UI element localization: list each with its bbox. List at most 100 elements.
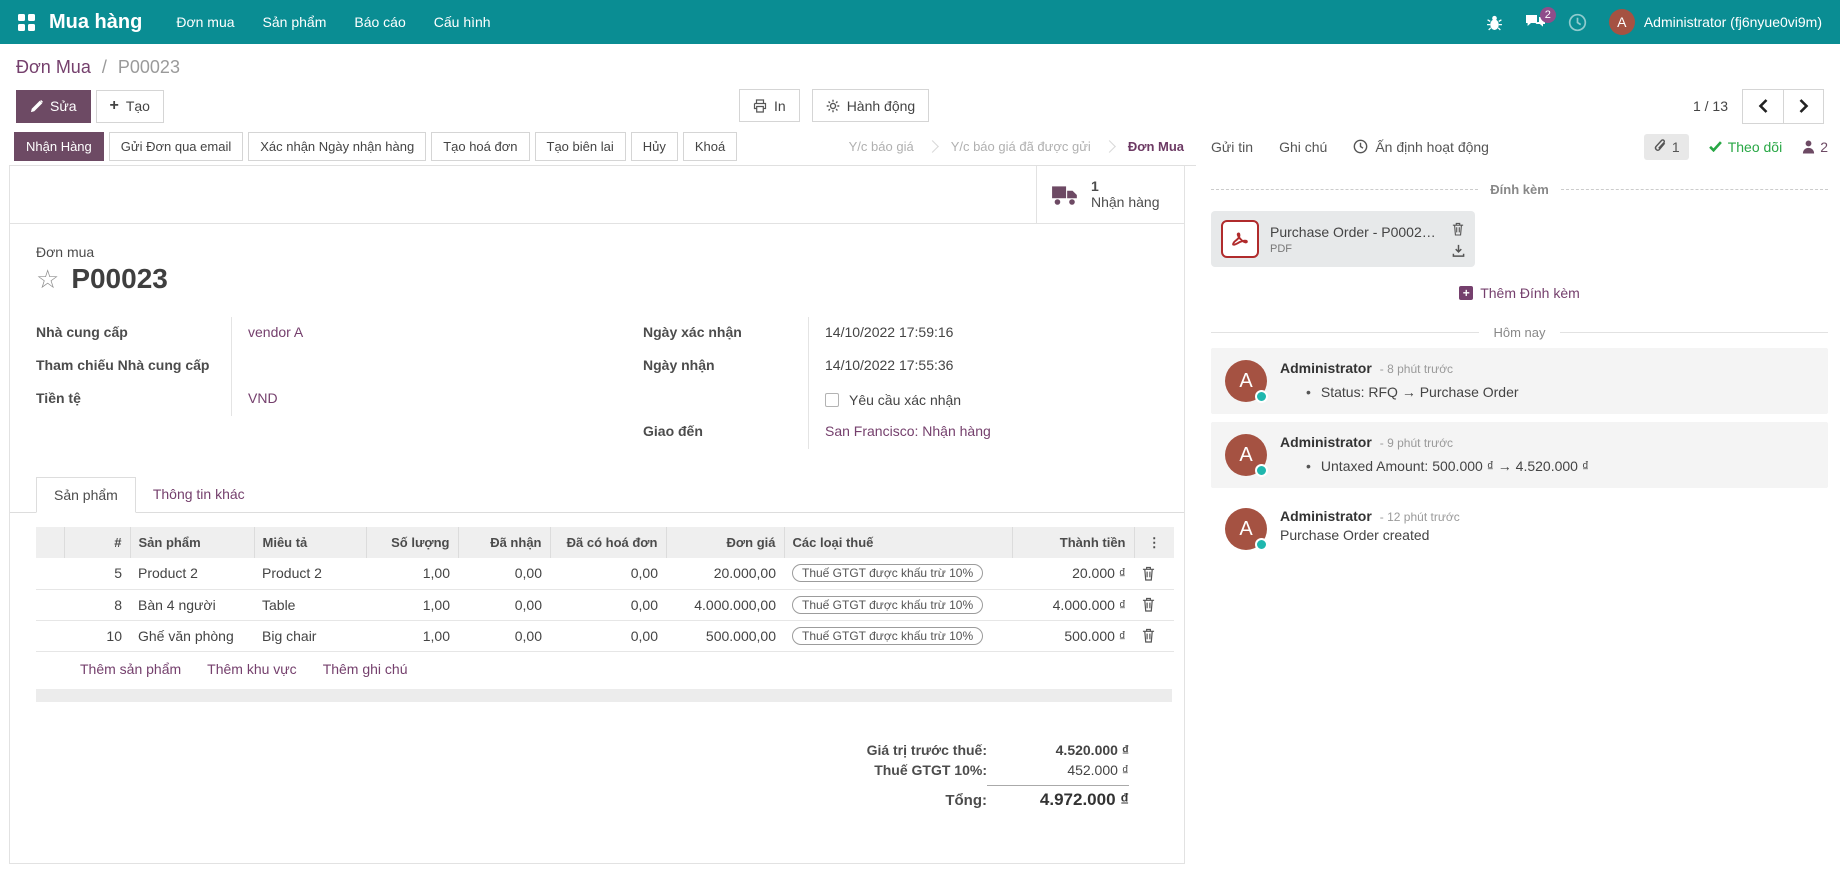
add-product-link[interactable]: Thêm sản phẩm [80,661,181,677]
line-billed: 0,00 [550,558,666,589]
add-section-link[interactable]: Thêm khu vực [207,661,297,677]
message-author: Administrator [1280,360,1372,376]
chatter-message: A Administrator - 8 phút trước Status: R… [1211,348,1828,414]
online-status-dot [1255,390,1268,403]
line-received: 0,00 [458,589,550,620]
favorite-star-icon[interactable]: ☆ [36,266,59,292]
unit-price-column-header[interactable]: Đơn giá [666,527,784,558]
menu-configuration[interactable]: Cấu hình [434,14,491,30]
tax-value: 452.000 ₫ [987,762,1129,778]
paperclip-icon [1653,139,1667,154]
vendor-value-link[interactable]: vendor A [248,324,303,340]
order-totals: Giá trị trước thuế: 4.520.000 ₫ Thuế GTG… [10,740,1184,812]
breadcrumb-parent-link[interactable]: Đơn Mua [16,57,91,77]
add-note-link[interactable]: Thêm ghi chú [323,661,408,677]
add-attachment-link[interactable]: + Thêm Đính kèm [1211,285,1828,301]
message-body: Purchase Order created [1280,527,1814,543]
message-author: Administrator [1280,508,1372,524]
create-receipt-button[interactable]: Tạo biên lai [535,132,626,161]
deliver-to-value-link[interactable]: San Francisco: Nhận hàng [825,423,991,439]
menu-reports[interactable]: Báo cáo [354,14,405,30]
edit-button[interactable]: Sửa [16,90,91,123]
menu-products[interactable]: Sản phẩm [263,14,327,30]
log-note-button[interactable]: Ghi chú [1279,139,1327,155]
currency-value-link[interactable]: VND [248,390,278,406]
deliver-to-label: Giao đến [643,416,809,449]
activities-clock-icon[interactable] [1568,13,1587,32]
send-by-email-button[interactable]: Gửi Đơn qua email [109,132,243,161]
delete-line-button[interactable] [1134,620,1174,651]
field-group-left: Nhà cung cấp vendor A Tham chiếu Nhà cun… [36,317,597,449]
confirm-receipt-date-button[interactable]: Xác nhận Ngày nhận hàng [248,132,426,161]
untaxed-amount-value: 4.520.000 ₫ [987,742,1129,758]
followers-button[interactable]: 2 [1802,139,1828,155]
order-line-row[interactable]: 10 Ghế văn phòng Big chair 1,00 0,00 0,0… [36,620,1174,651]
description-column-header[interactable]: Miêu tả [254,527,366,558]
order-line-row[interactable]: 8 Bàn 4 người Table 1,00 0,00 0,00 4.000… [36,589,1174,620]
attachments-section-title: Đính kèm [1211,182,1828,197]
column-options-icon[interactable]: ⋮ [1134,527,1174,558]
chevron-left-icon [1758,99,1769,113]
app-name[interactable]: Mua hàng [49,11,142,34]
line-quantity: 1,00 [366,558,458,589]
action-button[interactable]: Hành động [812,89,930,122]
create-bill-button[interactable]: Tạo hoá đơn [431,132,529,161]
drag-handle-cell [36,558,64,589]
send-message-button[interactable]: Gửi tin [1211,139,1253,155]
list-footer-strip [36,689,1172,702]
subtotal-column-header[interactable]: Thành tiền [1012,527,1134,558]
pipeline-arrow-icon [1103,140,1116,153]
state-rfq-sent[interactable]: Y/c báo giá đã được gửi [951,139,1091,154]
tab-other-info[interactable]: Thông tin khác [136,477,262,512]
follow-button[interactable]: Theo dõi [1709,139,1782,155]
vendor-reference-label: Tham chiếu Nhà cung cấp [36,350,232,383]
state-rfq[interactable]: Y/c báo giá [849,139,914,154]
total-value: 4.972.000 ₫ [987,785,1129,810]
line-unit-price: 500.000,00 [666,620,784,651]
schedule-activity-button[interactable]: Ấn định hoạt động [1353,139,1489,155]
user-name: Administrator (fj6nyue0vi9m) [1644,14,1822,30]
print-button[interactable]: In [739,89,800,122]
line-index: 5 [64,558,130,589]
taxes-column-header[interactable]: Các loại thuế [784,527,1012,558]
vendor-label: Nhà cung cấp [36,317,232,350]
tab-products[interactable]: Sản phẩm [36,477,136,513]
line-received: 0,00 [458,558,550,589]
index-column-header[interactable]: # [64,527,130,558]
product-column-header[interactable]: Sản phẩm [130,527,254,558]
tax-label: Thuế GTGT 10%: [874,762,987,778]
quantity-column-header[interactable]: Số lượng [366,527,458,558]
ask-confirmation-checkbox[interactable] [825,393,839,407]
attachment-card[interactable]: Purchase Order - P00023.pdf PDF [1211,211,1475,267]
cancel-button[interactable]: Hủy [631,132,678,161]
chatter-message: A Administrator - 12 phút trước Purchase… [1211,496,1828,562]
billed-column-header[interactable]: Đã có hoá đơn [550,527,666,558]
message-author: Administrator [1280,434,1372,450]
pager-next-button[interactable] [1783,90,1823,123]
line-description: Table [254,589,366,620]
messages-icon[interactable]: 2 [1525,14,1546,31]
delete-line-button[interactable] [1134,589,1174,620]
delete-line-button[interactable] [1134,558,1174,589]
attachments-toggle-button[interactable]: 1 [1644,134,1689,160]
breadcrumb: Đơn Mua / P00023 [0,44,1840,82]
delete-attachment-button[interactable] [1452,222,1465,236]
receipt-smart-button[interactable]: 1 Nhận hàng [1036,166,1184,223]
pager-previous-button[interactable] [1743,90,1783,123]
drag-handle-cell [36,620,64,651]
lock-button[interactable]: Khoá [683,132,737,161]
received-column-header[interactable]: Đã nhận [458,527,550,558]
receive-products-button[interactable]: Nhận Hàng [14,132,104,161]
download-attachment-button[interactable] [1452,244,1465,257]
user-menu[interactable]: A Administrator (fj6nyue0vi9m) [1609,9,1822,35]
trash-icon [1142,566,1155,581]
state-purchase-order[interactable]: Đơn Mua [1128,139,1184,154]
message-time: - 12 phút trước [1380,510,1460,524]
order-line-row[interactable]: 5 Product 2 Product 2 1,00 0,00 0,00 20.… [36,558,1174,589]
top-navbar: Mua hàng Đơn mua Sản phẩm Báo cáo Cấu hì… [0,0,1840,44]
apps-menu-icon[interactable] [18,14,35,31]
create-button[interactable]: + Tạo [96,90,164,123]
debug-bug-icon[interactable] [1486,14,1503,31]
menu-orders[interactable]: Đơn mua [176,14,234,30]
line-index: 10 [64,620,130,651]
